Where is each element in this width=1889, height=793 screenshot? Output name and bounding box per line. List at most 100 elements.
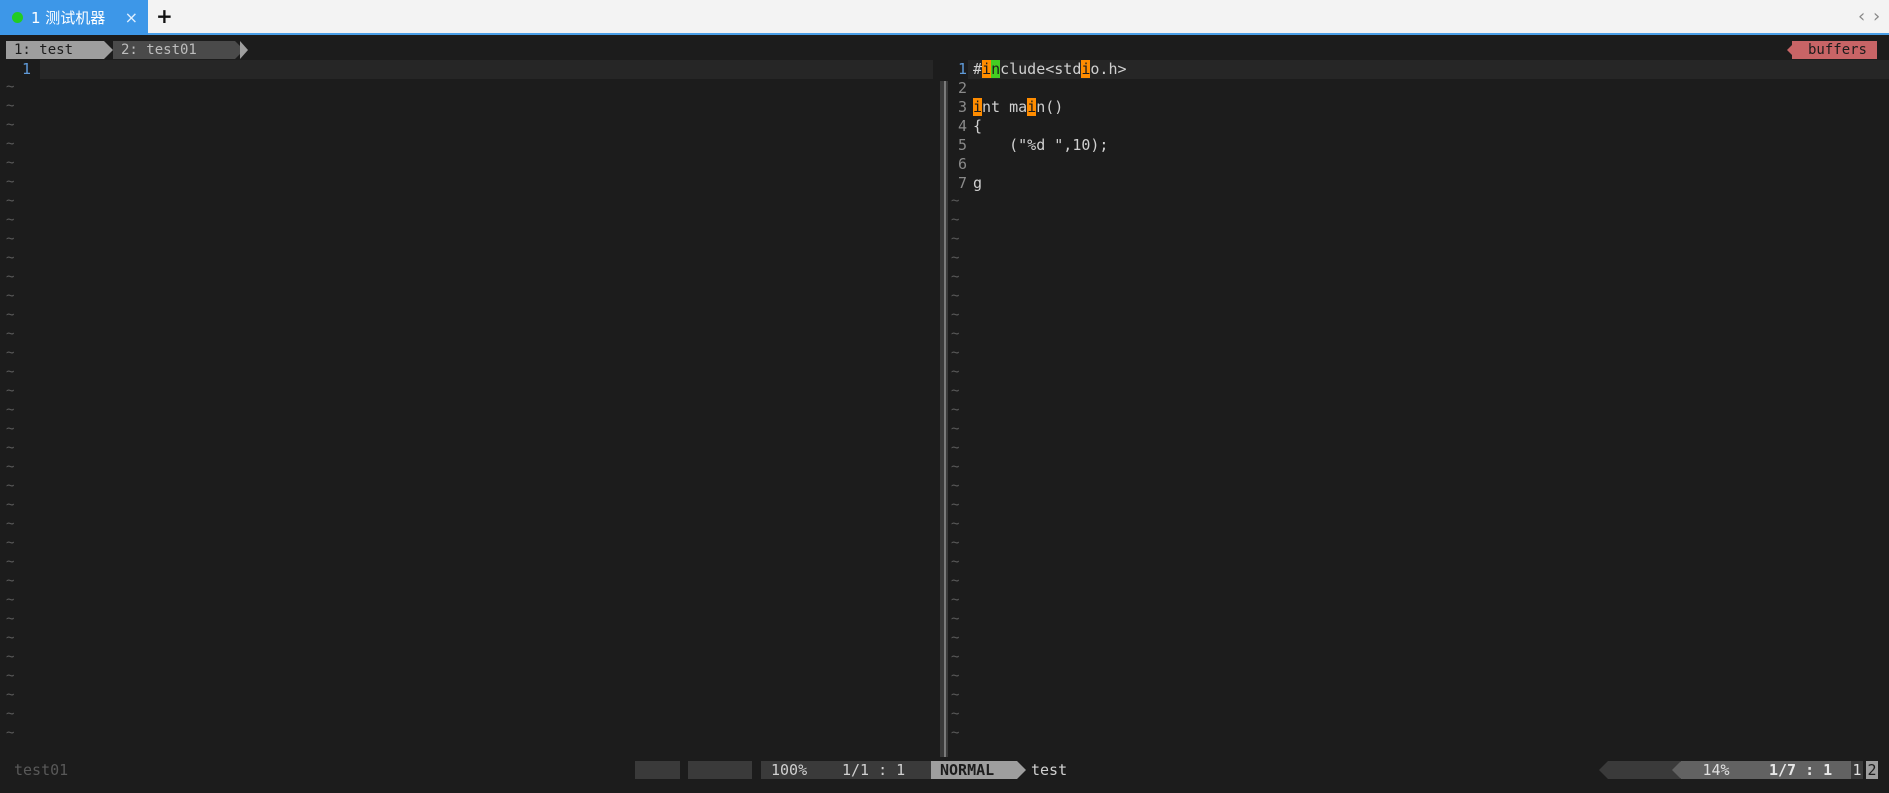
tilde-marker: ~ bbox=[951, 402, 960, 418]
search-highlight: i bbox=[973, 98, 983, 116]
connected-status-dot bbox=[12, 12, 23, 23]
tilde-marker: ~ bbox=[951, 687, 960, 703]
tilde-marker: ~ bbox=[951, 212, 960, 228]
tilde-marker: ~ bbox=[6, 326, 15, 342]
line-number: 3 bbox=[957, 98, 967, 116]
tilde-marker: ~ bbox=[951, 307, 960, 323]
tilde-marker: ~ bbox=[951, 269, 960, 285]
code-line: 2 bbox=[948, 79, 973, 98]
status-arrow bbox=[1599, 761, 1608, 779]
buffer-tab-test01[interactable]: 2: test01 bbox=[113, 41, 235, 59]
code-text: clude<std bbox=[1000, 60, 1082, 78]
tilde-marker: ~ bbox=[6, 155, 15, 171]
tilde-marker: ~ bbox=[6, 478, 15, 494]
tilde-marker: ~ bbox=[6, 459, 15, 475]
tilde-marker: ~ bbox=[951, 364, 960, 380]
tilde-marker: ~ bbox=[951, 421, 960, 437]
tilde-marker: ~ bbox=[951, 326, 960, 342]
tilde-marker: ~ bbox=[951, 668, 960, 684]
tilde-marker: ~ bbox=[951, 478, 960, 494]
tilde-marker: ~ bbox=[951, 497, 960, 513]
tilde-marker: ~ bbox=[6, 307, 15, 323]
code-text: { bbox=[973, 117, 983, 135]
search-highlight: i bbox=[982, 60, 992, 78]
tilde-marker: ~ bbox=[6, 383, 15, 399]
code-line: 3 int main() bbox=[948, 98, 1063, 117]
tilde-marker: ~ bbox=[6, 402, 15, 418]
tilde-marker: ~ bbox=[6, 687, 15, 703]
tilde-marker: ~ bbox=[6, 535, 15, 551]
tab-session-1[interactable]: 1 测试机器 × bbox=[0, 0, 148, 35]
tilde-marker: ~ bbox=[6, 516, 15, 532]
tilde-marker: ~ bbox=[6, 554, 15, 570]
tilde-marker: ~ bbox=[6, 288, 15, 304]
tilde-marker: ~ bbox=[6, 193, 15, 209]
tab-end-arrow bbox=[240, 41, 248, 59]
window-number-2[interactable]: 2 bbox=[1866, 761, 1878, 779]
tilde-marker: ~ bbox=[6, 440, 15, 456]
tilde-marker: ~ bbox=[6, 174, 15, 190]
tilde-marker: ~ bbox=[951, 630, 960, 646]
code-text: nt ma bbox=[982, 98, 1028, 116]
tilde-marker: ~ bbox=[951, 440, 960, 456]
code-text: n() bbox=[1036, 98, 1064, 116]
window-number-1[interactable]: 1 bbox=[1851, 761, 1863, 779]
left-position: 1/1 : 1 bbox=[842, 761, 906, 779]
scroll-tabs-left-icon[interactable]: ‹ bbox=[1858, 6, 1865, 27]
buffer-tabline: 1: test 2: test01 buffers bbox=[0, 41, 1889, 59]
mode-arrow bbox=[1017, 761, 1026, 779]
status-block bbox=[688, 761, 752, 779]
line-number: 1 bbox=[957, 60, 967, 78]
tilde-marker: ~ bbox=[6, 725, 15, 741]
tilde-marker: ~ bbox=[6, 649, 15, 665]
new-tab-button[interactable]: + bbox=[156, 4, 173, 28]
tilde-marker: ~ bbox=[6, 136, 15, 152]
tilde-marker: ~ bbox=[6, 98, 15, 114]
tilde-marker: ~ bbox=[6, 364, 15, 380]
tilde-marker: ~ bbox=[951, 231, 960, 247]
tilde-marker: ~ bbox=[6, 212, 15, 228]
right-percent: 14% bbox=[1681, 761, 1751, 779]
code-line: 6 bbox=[948, 155, 973, 174]
tab-separator-arrow bbox=[104, 41, 113, 59]
tilde-marker: ~ bbox=[6, 611, 15, 627]
status-block bbox=[1608, 761, 1680, 779]
line-number: 6 bbox=[957, 155, 967, 173]
left-percent: 100% bbox=[771, 761, 808, 779]
line-number: 7 bbox=[957, 174, 967, 192]
mode-indicator: NORMAL bbox=[931, 761, 1017, 779]
tilde-marker: ~ bbox=[951, 250, 960, 266]
line-number: 4 bbox=[957, 117, 967, 135]
terminal-tabbar: 1 测试机器 × + ‹ › bbox=[0, 0, 1889, 35]
close-tab-icon[interactable]: × bbox=[125, 8, 138, 27]
tilde-marker: ~ bbox=[951, 288, 960, 304]
tilde-marker: ~ bbox=[951, 383, 960, 399]
search-highlight: n bbox=[991, 60, 1001, 78]
tilde-marker: ~ bbox=[6, 250, 15, 266]
tilde-marker: ~ bbox=[6, 269, 15, 285]
tilde-marker: ~ bbox=[951, 535, 960, 551]
tilde-marker: ~ bbox=[951, 459, 960, 475]
code-text: # bbox=[973, 60, 983, 78]
tilde-marker: ~ bbox=[6, 79, 15, 95]
code-text: ("%d ",10); bbox=[973, 136, 1109, 154]
tilde-marker: ~ bbox=[6, 706, 15, 722]
code-line: 4{ bbox=[948, 117, 982, 136]
left-window[interactable]: 1 ~ ~ ~ ~ ~ ~ ~ ~ ~ ~ ~ ~ ~ ~ ~ ~ ~ ~ ~ ~ ~ ~ ~ ~ ~ ~ ~ ~ ~ ~ ~ ~ ~ ~ ~ bbox=[0, 60, 933, 750]
code-line: 7g bbox=[948, 174, 982, 193]
tilde-marker: ~ bbox=[951, 554, 960, 570]
tilde-marker: ~ bbox=[951, 345, 960, 361]
right-window[interactable]: 1 #include<stdio.h> 2 3 int main() 4{5 ("%d "… bbox=[948, 60, 1889, 750]
status-arrow bbox=[1672, 761, 1681, 779]
buffers-indicator: buffers bbox=[1791, 41, 1877, 59]
tab-label: 1 测试机器 bbox=[31, 9, 106, 27]
buffer-tab-test[interactable]: 1: test bbox=[6, 41, 104, 59]
tilde-marker: ~ bbox=[6, 345, 15, 361]
code-line: 5 ("%d ",10); bbox=[948, 136, 1109, 155]
tilde-marker: ~ bbox=[951, 516, 960, 532]
scroll-tabs-right-icon[interactable]: › bbox=[1873, 6, 1880, 27]
tilde-marker: ~ bbox=[6, 630, 15, 646]
tilde-marker: ~ bbox=[951, 725, 960, 741]
tilde-marker: ~ bbox=[6, 592, 15, 608]
vim-terminal[interactable]: 1: test 2: test01 buffers 1 ~ ~ ~ ~ ~ ~ ~ ~ ~ ~ ~ ~… bbox=[0, 35, 1889, 793]
